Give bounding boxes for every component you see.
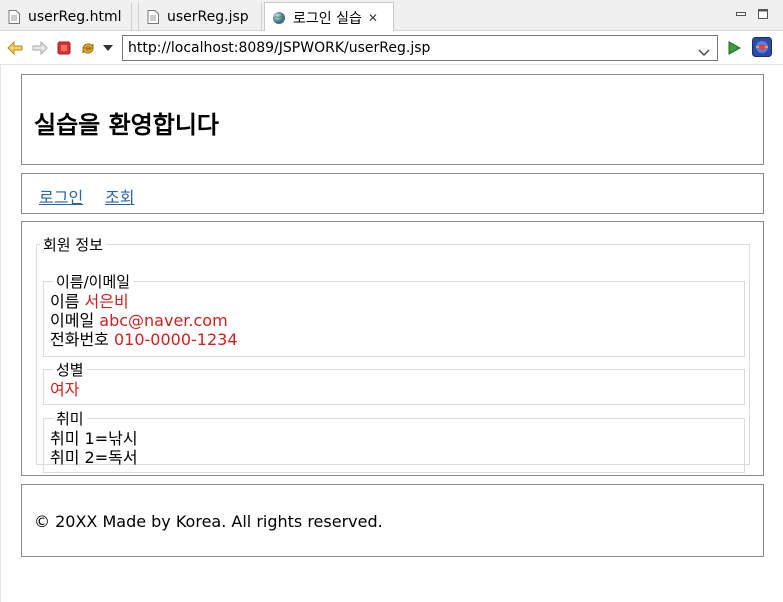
- nav-bar: 로그인 조회: [21, 173, 764, 214]
- phone-label: 전화번호: [50, 330, 109, 349]
- gender-value: 여자: [50, 380, 80, 399]
- name-label: 이름: [50, 292, 80, 311]
- tab-label: userReg.jsp: [167, 9, 249, 25]
- name-email-fieldset: 이름/이메일 이름 서은비 이메일 abc@naver.com 전화번호 010…: [43, 271, 745, 357]
- file-icon: [6, 9, 22, 25]
- member-info-fieldset: 회원 정보 이름/이메일 이름 서은비 이메일 abc@naver.com 전화…: [36, 234, 750, 473]
- email-value: abc@naver.com: [99, 311, 228, 330]
- page-content: 실습을 환영합니다 로그인 조회 회원 정보 이름/이메일 이름 서은비 이메일…: [0, 65, 783, 602]
- member-info-legend: 회원 정보: [43, 236, 103, 254]
- globe-icon: [271, 10, 287, 26]
- back-arrow-icon[interactable]: [6, 39, 24, 57]
- editor-tab-bar: userReg.html userReg.jsp 로그인 실습 ✕: [0, 0, 783, 32]
- minimize-icon[interactable]: [735, 5, 747, 17]
- gender-legend: 성별: [56, 361, 84, 379]
- window-controls: [735, 5, 769, 19]
- file-icon: [145, 9, 161, 25]
- footer-copyright: © 20XX Made by Korea. All rights reserve…: [34, 512, 383, 531]
- dropdown-arrow-icon[interactable]: [99, 39, 117, 57]
- page-title: 실습을 환영합니다: [34, 111, 219, 139]
- name-email-legend: 이름/이메일: [56, 273, 131, 291]
- hobby-item-1: 취미 1=낚시: [50, 429, 138, 448]
- tab-label: 로그인 실습: [293, 10, 362, 27]
- forward-arrow-icon[interactable]: [31, 39, 49, 57]
- maximize-icon[interactable]: [757, 5, 769, 19]
- phone-value: 010-0000-1234: [113, 330, 238, 349]
- url-input[interactable]: [122, 35, 718, 61]
- tab-login-practice[interactable]: 로그인 실습 ✕: [264, 2, 394, 32]
- hobby-fieldset: 취미 취미 1=낚시 취미 2=독서: [43, 408, 745, 473]
- page-header: 실습을 환영합니다: [21, 74, 764, 165]
- close-icon[interactable]: ✕: [368, 11, 378, 25]
- email-label: 이메일: [50, 311, 95, 330]
- go-play-icon[interactable]: [725, 39, 743, 57]
- nav-link-login[interactable]: 로그인: [39, 184, 83, 208]
- gender-fieldset: 성별 여자: [43, 359, 745, 405]
- page-footer: © 20XX Made by Korea. All rights reserve…: [21, 484, 764, 557]
- hobby-item-2: 취미 2=독서: [50, 448, 138, 467]
- email-row: 이메일 abc@naver.com: [50, 311, 744, 330]
- phone-row: 전화번호 010-0000-1234: [50, 330, 744, 349]
- name-row: 이름 서은비: [50, 292, 744, 311]
- hobby-legend: 취미: [56, 410, 84, 428]
- nav-link-search[interactable]: 조회: [105, 184, 134, 208]
- content-section: 회원 정보 이름/이메일 이름 서은비 이메일 abc@naver.com 전화…: [21, 221, 764, 476]
- tab-userreg-html[interactable]: userReg.html: [0, 3, 132, 31]
- chevron-down-icon[interactable]: [698, 42, 710, 61]
- refresh-icon[interactable]: [79, 39, 97, 57]
- tab-userreg-jsp[interactable]: userReg.jsp: [138, 3, 262, 31]
- tab-label: userReg.html: [28, 9, 122, 25]
- name-value: 서은비: [84, 292, 129, 311]
- eclipse-browser-icon[interactable]: [752, 37, 772, 57]
- stop-icon[interactable]: [55, 39, 73, 57]
- browser-toolbar: [0, 31, 783, 65]
